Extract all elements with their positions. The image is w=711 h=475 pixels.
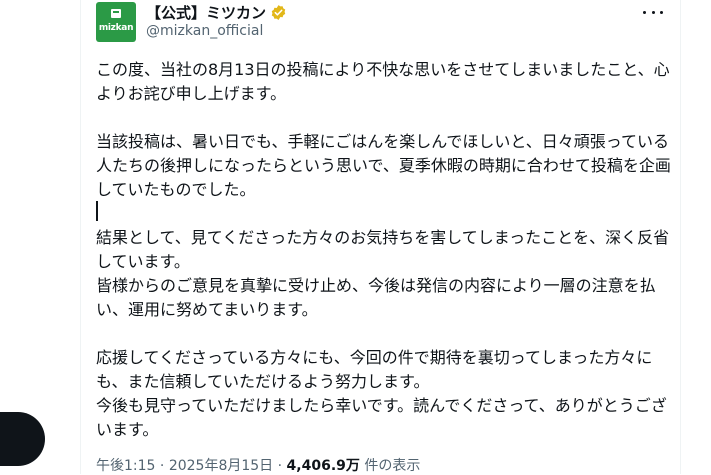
views-label: 件の表示 (359, 458, 421, 474)
right-gutter (680, 0, 711, 474)
avatar[interactable]: mizkan (96, 2, 136, 42)
mizkan-logo-icon (111, 9, 121, 18)
tweet-time[interactable]: 午後1:15 (96, 458, 155, 474)
text-cursor (96, 201, 98, 221)
tweet-paragraph: 今後も見守っていただけましたら幸いです。読んでくださって、ありがとうございます。 (96, 396, 667, 439)
views-count[interactable]: 4,406.9万 (287, 458, 360, 474)
account-handle[interactable]: @mizkan_official (146, 23, 263, 39)
tweet-paragraph: この度、当社の8月13日の投稿により不快な思いをさせてしまいましたこと、心よりお… (96, 60, 670, 103)
tweet-meta: 午後1:15 · 2025年8月15日 · 4,406.9万 件の表示 (96, 455, 420, 475)
tweet-date[interactable]: 2025年8月15日 (169, 458, 273, 474)
tweet-paragraph: 結果として、見てくださった方々のお気持ちを害してしまったことを、深く反省していま… (96, 228, 670, 271)
avatar-logo-text: mizkan (98, 23, 134, 33)
card-divider (80, 0, 81, 474)
display-name[interactable]: 【公式】ミツカン (146, 2, 266, 23)
author-name-row[interactable]: 【公式】ミツカン (146, 1, 287, 23)
left-gutter (0, 0, 80, 474)
verified-badge-icon (270, 4, 287, 21)
tweet-text: この度、当社の8月13日の投稿により不快な思いをさせてしまいましたこと、心よりお… (96, 58, 671, 442)
tweet-paragraph: 当該投稿は、暑い日でも、手軽にごはんを楽しんでほしいと、日々頑張っている人たちの… (96, 132, 671, 199)
more-horizontal-icon[interactable] (643, 4, 663, 20)
meta-separator: · (273, 458, 287, 474)
meta-separator: · (155, 458, 169, 474)
tweet-paragraph: 応援してくださっている方々にも、今回の件で期待を裏切ってしまった方々にも、また信… (96, 348, 653, 391)
tweet-paragraph: 皆様からのご意見を真摯に受け止め、今後は発信の内容により一層の注意を払い、運用に… (96, 276, 656, 319)
